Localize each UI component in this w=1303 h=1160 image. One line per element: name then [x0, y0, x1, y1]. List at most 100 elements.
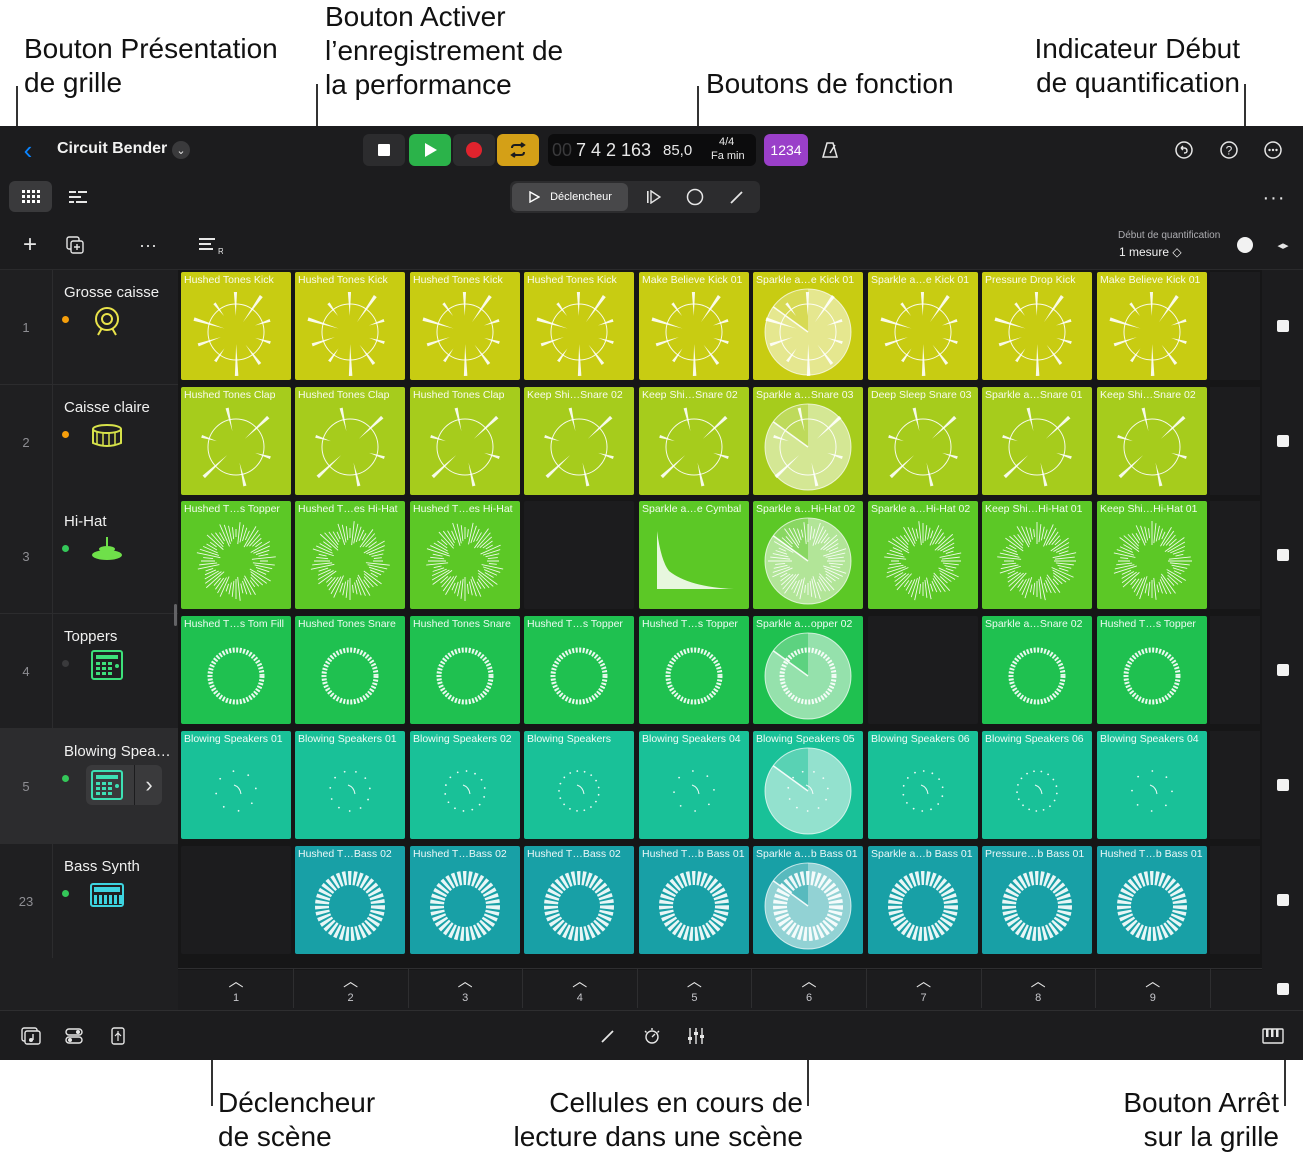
stop-button[interactable]	[363, 134, 405, 166]
grid-stop-button[interactable]	[1277, 983, 1289, 995]
pencil-tool-icon[interactable]	[596, 1024, 620, 1048]
empty-cell-slot[interactable]	[1210, 616, 1260, 725]
cell[interactable]: Hushed Tones Snare	[295, 616, 405, 725]
trigger-mode-button[interactable]: Déclencheur	[512, 183, 628, 211]
track-header[interactable]: 3 Hi-Hat	[0, 499, 178, 615]
track-options-icon[interactable]: ···	[136, 233, 160, 257]
cell[interactable]: Sparkle a…Hi-Hat 02	[868, 501, 978, 610]
cell[interactable]: Hushed T…s Tom Fill	[181, 616, 291, 725]
cell[interactable]: Hushed T…s Topper	[524, 616, 634, 725]
scene-trigger[interactable]: ︿ 8	[981, 968, 1097, 1008]
cell[interactable]: Hushed T…b Bass 01	[639, 845, 749, 954]
scene-trigger-partial[interactable]	[1204, 968, 1262, 1008]
editor-icon[interactable]	[106, 1024, 130, 1048]
cell-playing[interactable]: Sparkle a…e Kick 01	[753, 272, 863, 380]
track-header[interactable]: 23 Bass Synth	[0, 843, 178, 959]
scene-trigger[interactable]: ︿ 4	[523, 968, 638, 1008]
cell[interactable]: Blowing Speakers 02	[410, 730, 520, 839]
play-button[interactable]	[409, 134, 451, 166]
cell[interactable]: Keep Shi…Snare 02	[639, 386, 749, 495]
quantize-value[interactable]: 1 mesure ◇	[1119, 245, 1182, 259]
grid-view-button[interactable]	[9, 181, 52, 212]
cell[interactable]: Hushed Tones Clap	[295, 386, 405, 495]
cell[interactable]: Hushed T…s Topper	[1097, 616, 1207, 725]
cell[interactable]: Pressure Drop Kick	[982, 272, 1092, 380]
scene-trigger[interactable]: ︿ 5	[637, 968, 753, 1008]
retrigger-button[interactable]	[634, 183, 672, 211]
cell[interactable]: Hushed T…s Topper	[181, 501, 291, 610]
more-options-icon[interactable]	[1261, 138, 1285, 162]
cell[interactable]: Blowing Speakers	[524, 730, 634, 839]
track-header[interactable]: 5 Blowing Spea… ›	[0, 728, 178, 844]
cell[interactable]: Blowing Speakers 01	[181, 730, 291, 839]
cell[interactable]: Keep Shi…Hi-Hat 01	[982, 501, 1092, 610]
empty-cell-slot[interactable]	[868, 616, 978, 725]
cell[interactable]: Hushed Tones Clap	[181, 386, 291, 495]
duplicate-track-icon[interactable]	[63, 233, 87, 257]
track-stop-button[interactable]	[1277, 664, 1289, 677]
empty-cell-slot[interactable]	[1210, 386, 1260, 495]
cell[interactable]: Make Believe Kick 01	[1097, 272, 1207, 380]
ellipsis-icon[interactable]: ···	[1262, 186, 1286, 210]
cell[interactable]: Hushed Tones Clap	[410, 386, 520, 495]
cell-record-button[interactable]	[676, 183, 714, 211]
track-header[interactable]: 2 Caisse claire	[0, 384, 178, 500]
track-stop-button[interactable]	[1277, 778, 1289, 791]
cell[interactable]: Make Believe Kick 01	[639, 272, 749, 380]
add-track-icon[interactable]: +	[18, 231, 42, 258]
performance-record-button[interactable]: R	[196, 233, 224, 257]
scene-trigger[interactable]: ︿ 7	[867, 968, 982, 1008]
scene-trigger[interactable]: ︿ 2	[294, 968, 409, 1008]
automation-icon[interactable]	[640, 1024, 664, 1048]
cell[interactable]: Deep Sleep Snare 03	[868, 386, 978, 495]
empty-cell-slot[interactable]	[524, 501, 634, 610]
metronome-icon[interactable]	[818, 138, 842, 162]
cell[interactable]: Hushed T…s Topper	[639, 616, 749, 725]
scene-trigger[interactable]: ︿ 6	[752, 968, 867, 1008]
track-header[interactable]: 4 Toppers	[0, 614, 178, 730]
browser-icon[interactable]	[19, 1024, 43, 1048]
cell[interactable]: Blowing Speakers 04	[1097, 730, 1207, 839]
cell[interactable]: Hushed T…Bass 02	[524, 845, 634, 954]
empty-cell-slot[interactable]	[181, 845, 291, 954]
cell[interactable]: Sparkle a…Snare 01	[982, 386, 1092, 495]
cell[interactable]: Keep Shi…Snare 02	[524, 386, 634, 495]
track-stop-button[interactable]	[1277, 320, 1289, 332]
cell[interactable]: Hushed Tones Kick	[295, 272, 405, 380]
track-stop-button[interactable]	[1277, 893, 1289, 906]
cell[interactable]: Blowing Speakers 01	[295, 730, 405, 839]
cell[interactable]: Blowing Speakers 06	[868, 730, 978, 839]
smart-controls-icon[interactable]	[62, 1024, 86, 1048]
cell[interactable]: Hushed T…es Hi-Hat	[410, 501, 520, 610]
cell-playing[interactable]: Blowing Speakers 05	[753, 730, 863, 839]
cell[interactable]: Hushed T…es Hi-Hat	[295, 501, 405, 610]
edit-button[interactable]	[718, 183, 756, 211]
cell[interactable]: Blowing Speakers 06	[982, 730, 1092, 839]
cell[interactable]: Sparkle a…e Kick 01	[868, 272, 978, 380]
cell[interactable]: Hushed T…b Bass 01	[1097, 845, 1207, 954]
cell-playing[interactable]: Sparkle a…b Bass 01	[753, 845, 863, 954]
cell[interactable]: Hushed Tones Kick	[524, 272, 634, 380]
empty-cell-slot[interactable]	[1210, 501, 1260, 610]
cell-playing[interactable]: Sparkle a…Hi-Hat 02	[753, 501, 863, 610]
track-stop-button[interactable]	[1277, 549, 1289, 562]
record-button[interactable]	[453, 134, 495, 166]
cell[interactable]: Hushed T…Bass 02	[410, 845, 520, 954]
cell[interactable]: Sparkle a…b Bass 01	[868, 845, 978, 954]
cell[interactable]: Hushed Tones Kick	[410, 272, 520, 380]
scene-trigger[interactable]: ︿ 3	[408, 968, 524, 1008]
track-stop-button[interactable]	[1277, 434, 1289, 447]
empty-cell-slot[interactable]	[1210, 845, 1260, 954]
chevron-down-icon[interactable]: ⌄	[172, 141, 190, 159]
chevron-right-icon[interactable]: ›	[134, 764, 163, 805]
scene-trigger[interactable]: ︿ 9	[1096, 968, 1211, 1008]
scene-trigger[interactable]: ︿ 1	[179, 968, 294, 1008]
cycle-button[interactable]	[497, 134, 539, 166]
help-icon[interactable]: ?	[1217, 138, 1241, 162]
undo-icon[interactable]	[1172, 138, 1196, 162]
track-header[interactable]: 1 Grosse caisse	[0, 270, 178, 385]
cell[interactable]: Sparkle a…Snare 02	[982, 616, 1092, 725]
cell[interactable]: Hushed T…Bass 02	[295, 845, 405, 954]
cell[interactable]: Sparkle a…e Cymbal	[639, 501, 749, 610]
mixer-icon[interactable]	[684, 1024, 708, 1048]
